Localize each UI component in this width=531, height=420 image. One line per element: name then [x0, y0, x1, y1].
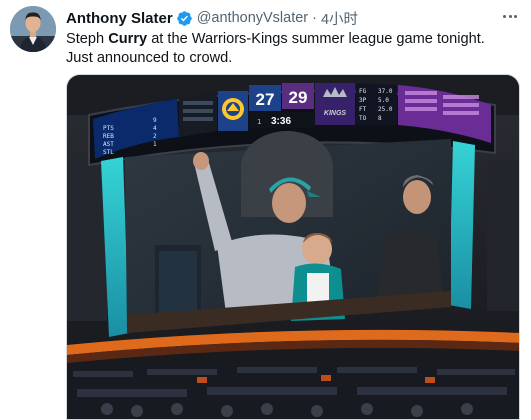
author-display-name[interactable]: Anthony Slater	[66, 10, 173, 27]
stat-value: 25.0	[378, 106, 393, 113]
stat-label: FT	[359, 106, 367, 113]
stat-value: 37.0	[378, 88, 393, 95]
tweet-text-bold: Curry	[108, 31, 148, 47]
warriors-logo-icon	[218, 91, 248, 131]
more-options-icon[interactable]	[499, 6, 521, 26]
stat-value: 1	[153, 141, 157, 148]
avatar[interactable]	[10, 6, 56, 52]
stat-label: 3P	[359, 97, 367, 104]
tweet-text: Steph Curry at the Warriors-Kings summer…	[66, 30, 506, 68]
tweet-card[interactable]: Anthony Slater @anthonyVslater · 4小时 Ste…	[0, 0, 531, 420]
game-clock: 3:36	[271, 116, 291, 127]
stat-value: 9	[153, 117, 157, 124]
stat-value: 2	[153, 133, 157, 140]
kings-logo-text: KINGS	[324, 110, 347, 117]
person-avatar-icon	[10, 6, 56, 52]
away-score: 29	[289, 88, 308, 107]
stat-label: AST	[103, 141, 114, 148]
stat-value: 4	[153, 125, 157, 132]
stat-label: REB	[103, 133, 114, 140]
stat-value: 5.0	[378, 97, 389, 104]
separator-dot: ·	[312, 10, 317, 26]
kings-logo-icon: KINGS	[315, 83, 355, 125]
stat-label: PTS	[103, 125, 114, 132]
tweet-text-part: Steph	[66, 31, 109, 47]
author-handle[interactable]: @anthonyVslater	[197, 10, 308, 26]
tweet-timestamp[interactable]: 4小时	[321, 8, 358, 29]
stat-label: STL	[103, 149, 114, 156]
stat-label: TO	[359, 115, 367, 122]
tweet-header: Anthony Slater @anthonyVslater · 4小时	[66, 8, 358, 28]
verified-badge-icon	[176, 10, 192, 26]
right-led-panel	[449, 141, 475, 309]
video-screen	[125, 131, 451, 333]
stat-label: FG	[359, 88, 367, 95]
tweet-photo[interactable]: PTS REB AST STL 9 4 2 1 27 29 1 3:36 KIN…	[66, 74, 520, 420]
stat-value: 8	[378, 115, 382, 122]
home-score: 27	[256, 90, 275, 109]
jumbotron-photo: PTS REB AST STL 9 4 2 1 27 29 1 3:36 KIN…	[67, 75, 519, 419]
period: 1	[257, 118, 261, 126]
